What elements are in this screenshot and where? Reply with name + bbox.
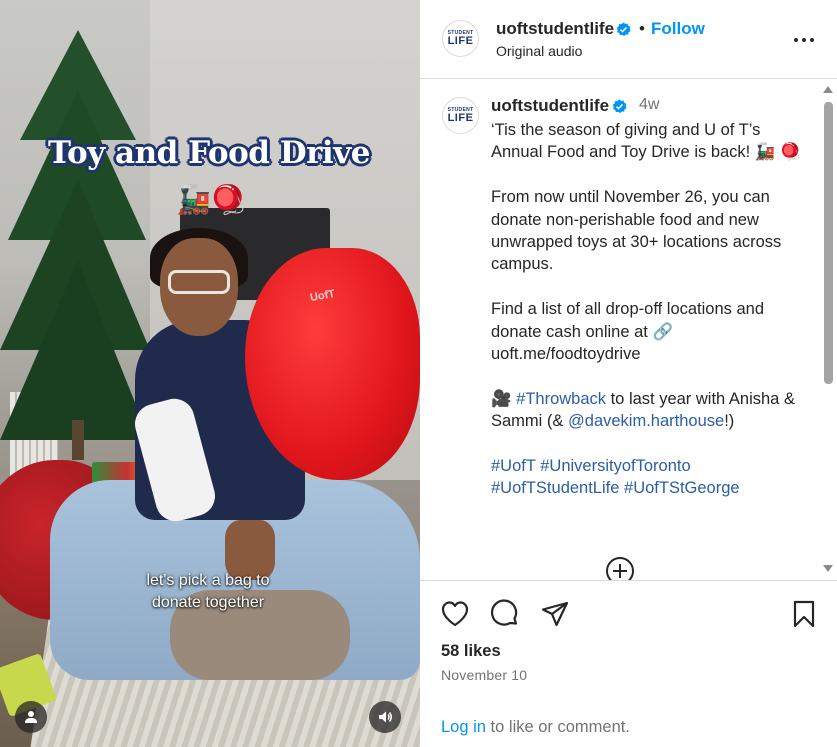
mention-link[interactable]: @davekim.harthouse [568, 412, 724, 430]
hashtag-link[interactable]: #UniversityofToronto [540, 457, 690, 475]
hashtag-link[interactable]: #UofTStudentLife [491, 479, 619, 497]
video-overlay-title: Toy and Food Drive [48, 135, 370, 171]
avatar-text-main: LIFE [447, 34, 474, 47]
header-separator: • [639, 19, 645, 38]
likes-count[interactable]: 58 likes [441, 642, 501, 661]
caption-section: STUDENT LIFE uoftstudentlife 4w ‘Tis the… [420, 80, 837, 580]
hashtag-throwback[interactable]: #Throwback [516, 390, 606, 408]
glasses [168, 270, 230, 294]
train-emoji: 🚂 [176, 184, 211, 215]
yoyo-emoji: 🪀 [210, 184, 246, 215]
post-header: STUDENT LIFE uoftstudentlife • Follow Or… [420, 0, 837, 79]
caption-text: ‘Tis the season of giving and U of T’s A… [491, 119, 811, 500]
sound-toggle-button[interactable] [369, 701, 401, 733]
tagged-users-button[interactable] [15, 701, 47, 733]
hashtags-line-1: #UofT #UniversityofToronto [491, 455, 811, 477]
caption-avatar[interactable]: STUDENT LIFE [442, 97, 479, 134]
post-date[interactable]: November 10 [441, 667, 527, 683]
hashtags-line-2: #UofTStudentLife #UofTStGeorge [491, 477, 811, 499]
post-panel: STUDENT LIFE uoftstudentlife • Follow Or… [420, 0, 837, 747]
verified-badge-icon [616, 22, 631, 37]
load-more-comments-icon[interactable] [605, 556, 635, 580]
video-camera-emoji: 🎥 [491, 389, 512, 408]
scroll-up-arrow-icon[interactable] [823, 86, 833, 93]
caption-paragraph-1: ‘Tis the season of giving and U of T’s A… [491, 121, 801, 162]
caption-paragraph-4: 🎥 #Throwback to last year with Anisha & … [491, 388, 811, 433]
user-icon [25, 711, 37, 723]
header-username[interactable]: uoftstudentlife [496, 19, 614, 39]
hashtag-link[interactable]: #UofT [491, 457, 536, 475]
speaker-icon [379, 711, 392, 723]
follow-button[interactable]: Follow [651, 19, 705, 39]
comment-icon[interactable] [490, 599, 520, 629]
reel-video[interactable]: UofT Toy and Food Drive 🚂🪀 let's pick a … [0, 0, 420, 747]
login-prompt: Log in to like or comment. [441, 718, 630, 737]
hashtag-link[interactable]: #UofTStGeorge [624, 479, 740, 497]
more-options-icon[interactable] [792, 28, 816, 52]
login-prompt-text: to like or comment. [485, 718, 630, 736]
avatar[interactable]: STUDENT LIFE [442, 20, 479, 57]
christmas-tree [0, 20, 150, 460]
caption-scrollbar[interactable] [820, 84, 837, 578]
post-actions: 58 likes November 10 Log in to like or c… [420, 580, 837, 747]
subtitle-line-1: let's pick a bag to [146, 572, 270, 589]
bookmark-icon[interactable] [789, 599, 819, 629]
original-audio-link[interactable]: Original audio [496, 43, 582, 59]
video-overlay-emoji: 🚂🪀 [176, 186, 246, 214]
share-icon[interactable] [540, 599, 570, 629]
caption-avatar-text-main: LIFE [447, 111, 474, 124]
caption-username[interactable]: uoftstudentlife [491, 96, 609, 116]
heart-icon[interactable] [440, 599, 470, 629]
scroll-down-arrow-icon[interactable] [823, 565, 833, 572]
caption-verified-badge-icon [612, 99, 627, 114]
caption-paragraph-2: From now until November 26, you can dona… [491, 188, 782, 274]
scrollbar-thumb[interactable] [824, 102, 833, 384]
caption-para4-end: !) [724, 412, 735, 431]
caption-paragraph-3: Find a list of all drop-off locations an… [491, 300, 765, 364]
login-link[interactable]: Log in [441, 718, 486, 736]
caption-timestamp[interactable]: 4w [639, 96, 659, 114]
subtitle-line-2: donate together [151, 594, 265, 611]
video-subtitle: let's pick a bag to donate together [118, 570, 298, 614]
